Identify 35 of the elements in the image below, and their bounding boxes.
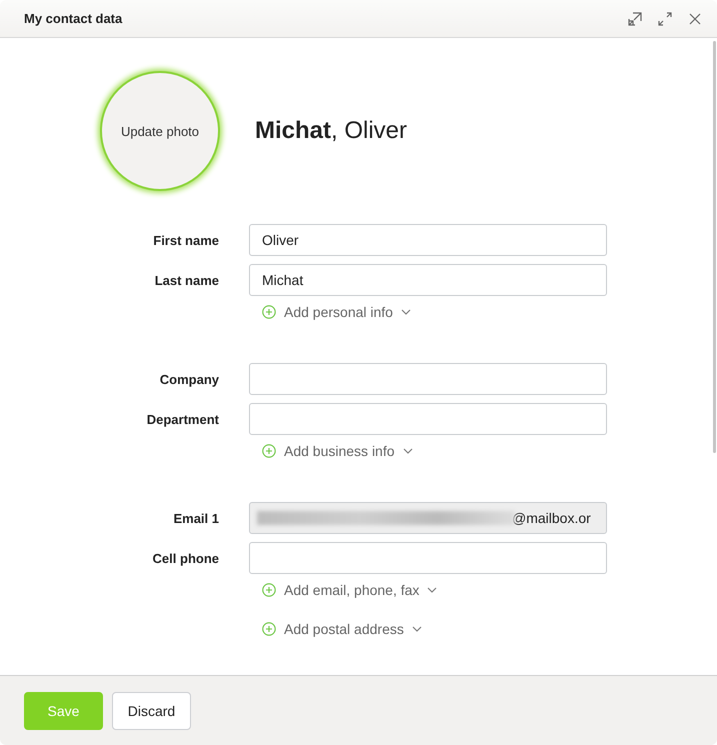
caret-icon: [427, 587, 438, 593]
add-info-link[interactable]: Add email, phone, fax: [262, 582, 438, 598]
contact-name: Michat, Oliver: [255, 117, 408, 145]
plus-circle-icon: [262, 305, 276, 319]
link-text[interactable]: Add email, phone, fax: [284, 582, 420, 598]
close-icon[interactable]: [687, 10, 703, 26]
scrollbar[interactable]: [713, 41, 716, 453]
field-label: Last name: [154, 272, 219, 288]
input-field[interactable]: [249, 363, 607, 395]
add-info-link[interactable]: Add business info: [262, 443, 413, 459]
field-label: First name: [152, 232, 219, 248]
plus-circle-icon: [262, 622, 276, 636]
add-info-link[interactable]: Add postal address: [262, 621, 422, 637]
link-text[interactable]: Add personal info: [284, 304, 393, 320]
plus-circle-icon: [262, 583, 276, 597]
caret-icon: [400, 309, 411, 315]
input-field[interactable]: Michat: [249, 264, 607, 296]
field-label: Company: [158, 372, 219, 386]
input-field[interactable]: [249, 403, 607, 435]
maximize-icon[interactable]: [657, 10, 673, 26]
caret-icon: [412, 626, 422, 632]
input-field[interactable]: Oliver: [249, 224, 607, 256]
link-text[interactable]: Add business info: [284, 443, 395, 459]
field-label: Cell phone: [152, 550, 219, 566]
add-info-link[interactable]: Add personal info: [262, 304, 411, 320]
discard-button[interactable]: Discard: [112, 692, 191, 730]
input-field[interactable]: [249, 542, 607, 574]
update-photo-button[interactable]: Update photo: [100, 71, 220, 191]
plus-circle-icon: [262, 444, 276, 458]
field-label: Email 1: [172, 510, 219, 526]
field-label: Department: [146, 412, 219, 426]
window-title: My contact data: [24, 11, 124, 26]
link-text[interactable]: Add postal address: [284, 621, 404, 637]
detach-icon[interactable]: [627, 10, 643, 26]
caret-icon: [402, 448, 413, 454]
